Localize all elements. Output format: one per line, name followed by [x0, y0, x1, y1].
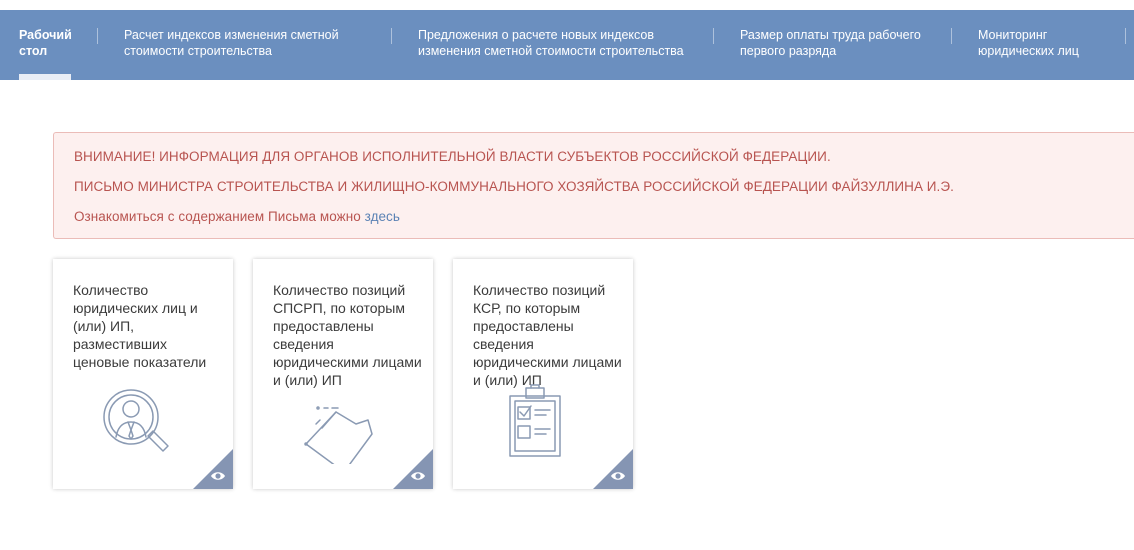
nav-item-legal-entities-monitoring[interactable]: Мониторинг юридических лиц	[978, 27, 1098, 59]
nav-divider	[951, 28, 952, 44]
page: Рабочий стол Расчет индексов изменения с…	[0, 0, 1134, 550]
nav-item-wage-rate[interactable]: Размер оплаты труда рабочего первого раз…	[740, 27, 940, 59]
card-title: Количество позиций СПСРП, по которым пре…	[273, 282, 422, 388]
view-eye-icon[interactable]	[593, 449, 633, 489]
nav-divider	[713, 28, 714, 44]
nav-divider	[97, 28, 98, 44]
nav-divider	[1125, 28, 1126, 44]
person-search-icon	[98, 384, 178, 464]
card-title: Количество юридических лиц и (или) ИП, р…	[73, 282, 207, 370]
alert-line-3: Ознакомиться с содержанием Письма можно …	[74, 209, 400, 224]
card-title: Количество позиций КСР, по которым предо…	[473, 282, 622, 388]
top-navigation: Рабочий стол Расчет индексов изменения с…	[0, 10, 1134, 80]
alert-line-1: ВНИМАНИЕ! ИНФОРМАЦИЯ ДЛЯ ОРГАНОВ ИСПОЛНИ…	[74, 149, 831, 164]
nav-divider	[391, 28, 392, 44]
alert-notice: ВНИМАНИЕ! ИНФОРМАЦИЯ ДЛЯ ОРГАНОВ ИСПОЛНИ…	[53, 132, 1134, 239]
nav-active-indicator	[19, 74, 71, 80]
stat-card-ksr-positions[interactable]: Количество позиций КСР, по которым предо…	[453, 259, 633, 489]
view-eye-icon[interactable]	[393, 449, 433, 489]
nav-item-new-index-proposals[interactable]: Предложения о расчете новых индексов изм…	[418, 27, 703, 59]
nav-item-desktop[interactable]: Рабочий стол	[19, 27, 79, 59]
alert-letter-link[interactable]: здесь	[365, 209, 400, 224]
view-eye-icon[interactable]	[193, 449, 233, 489]
alert-line-2: ПИСЬМО МИНИСТРА СТРОИТЕЛЬСТВА И ЖИЛИЩНО-…	[74, 179, 954, 194]
alert-line-3-text: Ознакомиться с содержанием Письма можно	[74, 209, 361, 224]
nav-item-index-calculation[interactable]: Расчет индексов изменения сметной стоимо…	[124, 27, 364, 59]
stat-card-spsrp-positions[interactable]: Количество позиций СПСРП, по которым пре…	[253, 259, 433, 489]
stat-card-legal-entities[interactable]: Количество юридических лиц и (или) ИП, р…	[53, 259, 233, 489]
construction-materials-icon	[298, 384, 378, 473]
checklist-clipboard-icon	[498, 384, 578, 464]
